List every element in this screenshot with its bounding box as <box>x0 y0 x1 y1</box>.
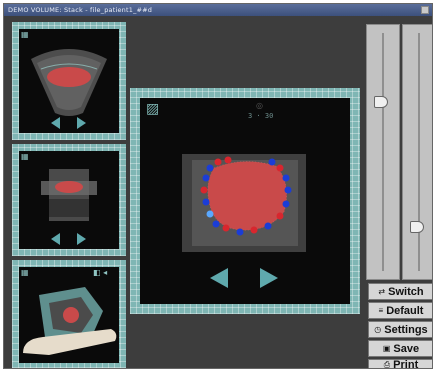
right-slider[interactable] <box>402 24 432 280</box>
switch-icon: ⇄ <box>378 287 386 296</box>
switch-button[interactable]: ⇄ Switch <box>368 283 432 300</box>
main-viewer-screen: ▨ ◎ 3 · 30 <box>140 98 350 304</box>
switch-label: Switch <box>388 286 424 298</box>
tissue-image <box>182 154 306 252</box>
next-arrow-icon[interactable] <box>77 117 86 129</box>
prev-arrow-icon[interactable] <box>210 268 228 288</box>
slice-image <box>41 169 97 221</box>
save-label: Save <box>393 343 420 355</box>
save-button[interactable]: ▣ Save <box>368 340 432 357</box>
thumbnail-slice-frame[interactable]: ▦ <box>12 144 126 256</box>
volume-3d-image <box>23 287 117 355</box>
left-slider-thumb[interactable] <box>374 96 388 109</box>
left-slider-groove <box>382 33 384 271</box>
settings-icon: ◷ <box>374 325 382 334</box>
settings-label: Settings <box>384 324 428 336</box>
prev-arrow-icon[interactable] <box>51 233 60 245</box>
window-title: DEMO VOLUME: Stack - file_patient1_##d <box>8 6 153 14</box>
thumbnail-sector-screen: ▦ <box>19 29 119 133</box>
thumbnail-3d-screen: ▦ ◧ ◂ <box>19 267 119 363</box>
default-label: Default <box>386 305 424 317</box>
main-viewer-frame[interactable]: ▨ ◎ 3 · 30 <box>130 88 360 314</box>
default-icon: ≡ <box>378 306 384 315</box>
thumbnail-sector-frame[interactable]: ▦ <box>12 22 126 140</box>
title-bar: DEMO VOLUME: Stack - file_patient1_##d <box>4 4 432 16</box>
right-slider-groove <box>418 33 420 271</box>
close-box[interactable] <box>421 6 429 14</box>
next-arrow-icon[interactable] <box>260 268 278 288</box>
next-arrow-icon[interactable] <box>77 233 86 245</box>
print-button[interactable]: ⎙ Print <box>368 359 432 369</box>
thumbnail-3d-frame[interactable]: ▦ ◧ ◂ <box>12 260 126 368</box>
right-slider-thumb[interactable] <box>410 220 424 233</box>
left-slider[interactable] <box>366 24 400 280</box>
save-icon: ▣ <box>382 344 391 353</box>
prev-arrow-icon[interactable] <box>51 117 60 129</box>
print-icon: ⎙ <box>383 360 391 369</box>
default-button[interactable]: ≡ Default <box>368 302 432 319</box>
print-label: Print <box>393 359 419 369</box>
thumbnail-slice-screen: ▦ <box>19 151 119 249</box>
sector-image <box>31 49 107 116</box>
app-window: DEMO VOLUME: Stack - file_patient1_##d ▦… <box>3 3 433 369</box>
settings-button[interactable]: ◷ Settings <box>368 321 432 338</box>
